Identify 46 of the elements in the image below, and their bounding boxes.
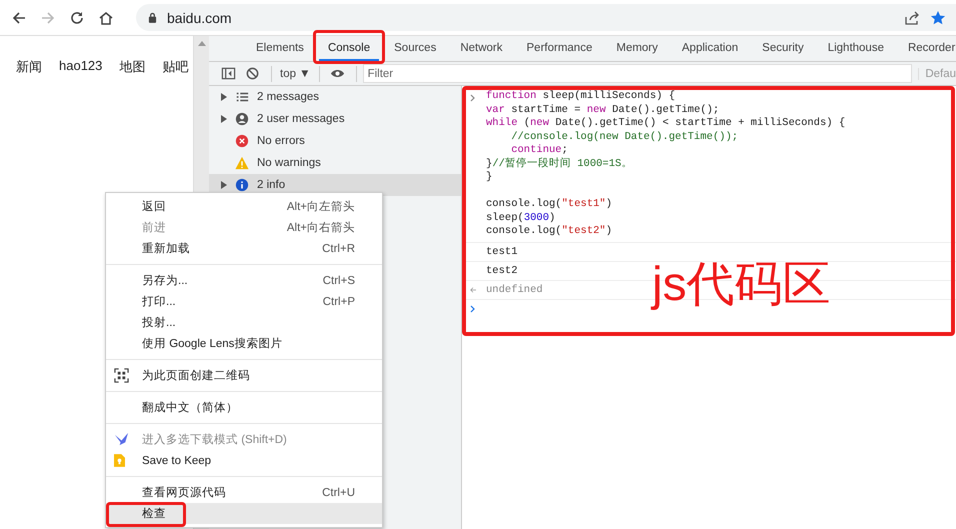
console-output: test1: [486, 246, 518, 258]
console-output: undefined: [486, 284, 543, 296]
context-selector[interactable]: top ▼: [278, 68, 313, 80]
annotation-label: js代码区: [652, 261, 831, 309]
sidebar-item[interactable]: 2 user messages: [209, 108, 461, 130]
nav-link[interactable]: 新闻: [16, 58, 42, 76]
devtools-tab[interactable]: Elements: [247, 36, 313, 61]
code-line: while (new Date().getTime() < startTime + milliSeconds) {: [486, 117, 846, 130]
menu-item[interactable]: 使用 Google Lens搜索图片: [106, 333, 382, 354]
devtools-tab[interactable]: Performance: [518, 36, 602, 61]
filter-field[interactable]: Filter: [362, 64, 912, 83]
devtools-tab[interactable]: Security: [753, 36, 813, 61]
devtools-tab[interactable]: Console: [318, 36, 380, 61]
devtools-tab[interactable]: Memory: [607, 36, 667, 61]
address-bar[interactable]: baidu.com: [136, 4, 956, 31]
sidebar-item[interactable]: No errors: [209, 130, 461, 152]
menu-item[interactable]: 重新加载 Ctrl+R: [106, 238, 382, 259]
menu-item[interactable]: 返回 Alt+向左箭头: [106, 196, 382, 217]
devtools-tab[interactable]: Recorder: [898, 36, 956, 61]
menu-item[interactable]: 翻成中文（简体）: [106, 397, 382, 418]
nav-link[interactable]: 贴吧: [162, 58, 188, 76]
nav-link[interactable]: 地图: [119, 58, 146, 76]
menu-item[interactable]: 检查: [106, 503, 382, 524]
menu-item[interactable]: 投射...: [106, 312, 382, 333]
menu-item[interactable]: 为此页面创建二维码: [106, 365, 382, 386]
code-line: function sleep(milliSeconds) {: [486, 90, 676, 104]
sidebar-item[interactable]: No warnings: [209, 152, 461, 174]
menu-item[interactable]: 查看网页源代码 Ctrl+U: [106, 482, 382, 503]
console-output: test2: [486, 264, 518, 276]
code-line: console.log("test2"): [486, 225, 614, 238]
sidebar-item[interactable]: 2 messages: [209, 86, 461, 108]
code-line: }//暂停一段时间 1000=1S。: [486, 158, 634, 171]
devtools-tab[interactable]: Sources: [385, 36, 446, 61]
code-line: continue;: [510, 144, 569, 157]
menu-item[interactable]: 另存为... Ctrl+S: [106, 270, 382, 291]
code-line: console.log("test1"): [486, 198, 614, 212]
nav-link[interactable]: hao123: [59, 58, 102, 76]
devtools-tab[interactable]: Lighthouse: [818, 36, 893, 61]
code-line: sleep(3000): [486, 212, 556, 225]
code-line: //console.log(new Date().getTime());: [510, 130, 740, 144]
devtools-tab[interactable]: Network: [451, 36, 512, 61]
devtools-tab[interactable]: Application: [672, 36, 748, 61]
code-line: }: [486, 171, 494, 184]
menu-item[interactable]: Save to Keep: [106, 450, 382, 471]
menu-item[interactable]: 打印... Ctrl+P: [106, 291, 382, 312]
code-line: var startTime = new Date().getTime();: [486, 104, 720, 117]
